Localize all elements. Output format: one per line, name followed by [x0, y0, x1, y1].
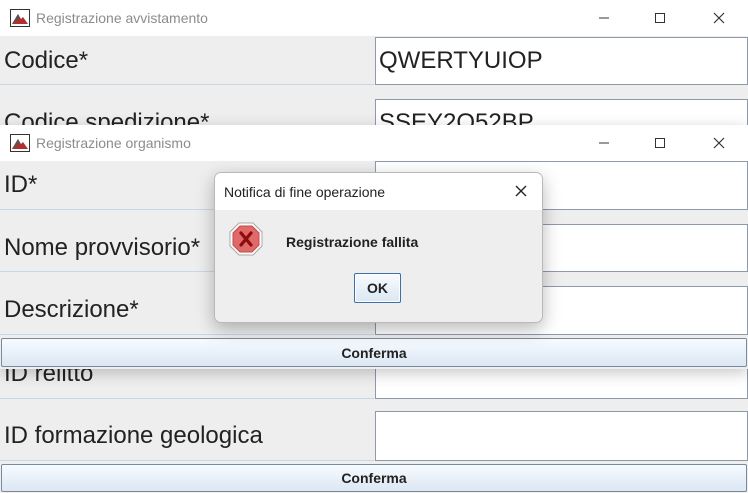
close-icon — [515, 185, 527, 197]
front-window-title: Registrazione organismo — [36, 135, 191, 151]
id-formazione-geologica-label: ID formazione geologica — [0, 411, 374, 461]
dialog-titlebar[interactable]: Notifica di fine operazione — [215, 173, 542, 210]
codice-label: Codice* — [0, 37, 374, 85]
back-window-title: Registrazione avvistamento — [36, 10, 208, 26]
back-close-button[interactable] — [696, 0, 742, 36]
close-icon — [713, 137, 725, 149]
front-maximize-button[interactable] — [637, 125, 683, 161]
dialog-close-button[interactable] — [508, 179, 534, 203]
back-maximize-button[interactable] — [637, 0, 683, 36]
back-minimize-button[interactable] — [581, 0, 627, 36]
minimize-icon — [599, 142, 609, 144]
maximize-icon — [655, 13, 665, 23]
back-window-titlebar[interactable]: Registrazione avvistamento — [0, 0, 748, 36]
field-row-codice: Codice* QWERTYUIOP — [0, 37, 748, 85]
error-icon — [228, 221, 264, 262]
minimize-icon — [599, 17, 609, 19]
front-minimize-button[interactable] — [581, 125, 627, 161]
back-confirm-button[interactable]: Conferma — [1, 464, 747, 492]
maximize-icon — [655, 138, 665, 148]
front-confirm-button[interactable]: Conferma — [1, 338, 747, 367]
close-icon — [713, 12, 725, 24]
java-app-icon — [10, 9, 30, 27]
java-app-icon — [10, 134, 30, 152]
codice-input[interactable]: QWERTYUIOP — [375, 37, 748, 85]
front-window-titlebar[interactable]: Registrazione organismo — [0, 125, 748, 161]
dialog-title: Notifica di fine operazione — [224, 183, 386, 200]
ok-button[interactable]: OK — [354, 273, 401, 303]
field-row-id-formazione-geologica: ID formazione geologica — [0, 411, 748, 461]
notification-dialog: Notifica di fine operazione Registrazion… — [214, 172, 543, 323]
front-close-button[interactable] — [696, 125, 742, 161]
dialog-message: Registrazione fallita — [286, 234, 419, 250]
id-formazione-geologica-input[interactable] — [375, 411, 748, 461]
